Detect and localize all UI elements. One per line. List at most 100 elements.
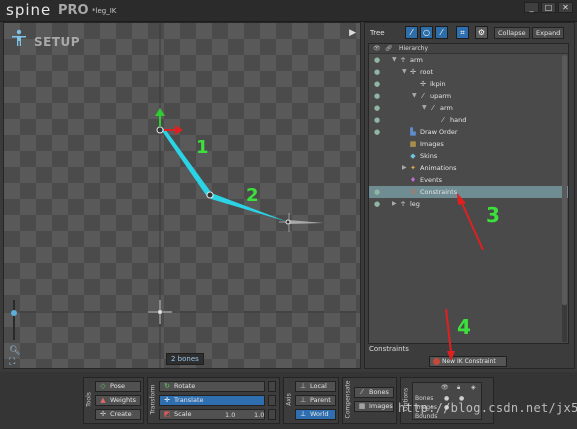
joint-hand[interactable] bbox=[285, 219, 291, 225]
new-ik-constraint-label: New IK Constraint bbox=[442, 358, 496, 365]
key-column-icon[interactable]: 🔗︎ bbox=[385, 45, 393, 52]
rotate-button[interactable]: ↻ Rotate bbox=[159, 381, 265, 392]
app-edition: PRO bbox=[58, 3, 89, 18]
watermark: http://blog.csdn.net/jx520 bbox=[398, 401, 577, 415]
rotate-lock-icon[interactable] bbox=[268, 381, 276, 392]
axis-world-button[interactable]: ⊥ World bbox=[295, 409, 336, 420]
zoom-knob[interactable] bbox=[11, 310, 17, 316]
tree-row-arm[interactable]: ● ▼ ⁄ arm bbox=[369, 102, 568, 114]
tree-row-label: Skins bbox=[420, 152, 438, 160]
tree-row-events[interactable]: ♦ Events bbox=[369, 174, 568, 186]
weights-button[interactable]: ▲ Weights bbox=[95, 395, 141, 406]
visibility-dot[interactable]: ● bbox=[374, 126, 380, 138]
expand-arrow-icon[interactable]: ▶ bbox=[402, 162, 407, 174]
scale-button[interactable]: ◩ Scale bbox=[159, 409, 265, 420]
pose-button[interactable]: ◇ Pose bbox=[95, 381, 141, 392]
collapse-arrow-icon[interactable]: ▼ bbox=[422, 102, 427, 114]
skins-icon: ◆ bbox=[410, 152, 416, 160]
axis-local-button[interactable]: ⊥ Local bbox=[295, 381, 336, 392]
options-eye-icon: 👁︎ bbox=[441, 384, 449, 391]
tree-row-uparm[interactable]: ● ▼ ⁄ uparm bbox=[369, 90, 568, 102]
bone-icon: ⁄ bbox=[422, 92, 424, 100]
visibility-dot[interactable]: ● bbox=[374, 198, 380, 210]
scale-icon: ◩ bbox=[163, 410, 171, 418]
ik-constraint-icon bbox=[433, 358, 440, 365]
tree-row-arm-skeleton[interactable]: ● ▼ ☥ arm bbox=[369, 54, 568, 66]
collapse-arrow-icon[interactable]: ▼ bbox=[412, 90, 417, 102]
maximize-button[interactable]: □ bbox=[541, 2, 556, 13]
tree-filter-bones-icon[interactable]: ⁄ bbox=[405, 26, 418, 39]
hierarchy-header: Hierarchy bbox=[399, 45, 429, 52]
tree-scrollbar[interactable] bbox=[562, 55, 567, 342]
collapse-arrow-icon[interactable]: ▼ bbox=[392, 54, 397, 66]
new-ik-constraint-button[interactable]: New IK Constraint bbox=[429, 356, 507, 367]
tree-row-label: Images bbox=[420, 140, 444, 148]
visibility-dot[interactable]: ● bbox=[374, 102, 380, 114]
options-lock-icon: 🔒︎ bbox=[457, 384, 461, 391]
images-icon: ▦ bbox=[409, 140, 417, 148]
axis-parent-button[interactable]: ⊥ Parent bbox=[295, 395, 336, 406]
translate-button[interactable]: ✛ Translate bbox=[159, 395, 265, 406]
tree-row-root[interactable]: ● ▼ ✢ root bbox=[369, 66, 568, 78]
tree-panel: Tree ⁄ ○ ⁄ ⌗ ⚙ Collapse Expand 👁︎ 🔗︎ Hie… bbox=[364, 22, 575, 369]
collapse-button[interactable]: Collapse bbox=[494, 27, 530, 39]
bone-canvas[interactable]: 1 2 bbox=[4, 23, 361, 369]
visibility-dot[interactable]: ● bbox=[374, 78, 380, 90]
tree-scroll-thumb[interactable] bbox=[562, 55, 567, 305]
collapse-arrow-icon[interactable]: ▼ bbox=[402, 66, 407, 78]
tree-filter-slots-icon[interactable]: ○ bbox=[420, 26, 433, 39]
tree-row-hand[interactable]: ● ⁄ hand bbox=[369, 114, 568, 126]
tools-group-label: Tools bbox=[85, 392, 93, 407]
fit-icon[interactable]: ⛶ bbox=[9, 357, 15, 367]
visibility-dot[interactable]: ● bbox=[374, 186, 380, 198]
skeleton-icon: ☥ bbox=[400, 200, 406, 208]
tree-row-label: ikpin bbox=[430, 80, 446, 88]
scale-y-value[interactable]: 1.0 bbox=[254, 411, 264, 419]
joint-uparm[interactable] bbox=[156, 126, 164, 134]
visibility-column-icon[interactable]: 👁︎ bbox=[373, 45, 381, 52]
tree-row-constraints[interactable]: ● ⚲ Constraints bbox=[369, 186, 568, 198]
tree-row-ikpin[interactable]: ● ✢ ikpin bbox=[369, 78, 568, 90]
translate-lock-icon[interactable] bbox=[268, 395, 276, 406]
visibility-dot[interactable]: ● bbox=[374, 54, 380, 66]
editor-viewport[interactable]: SETUP ▶ 1 2 🔍︎ ⛶ 2 bones bbox=[3, 22, 361, 369]
joint-arm[interactable] bbox=[206, 191, 214, 199]
tree-settings-icon[interactable]: ⚙ bbox=[475, 26, 488, 39]
zoom-slider[interactable]: 🔍︎ ⛶ bbox=[9, 298, 20, 368]
scale-lock-icon[interactable] bbox=[268, 409, 276, 420]
tree-row-label: Events bbox=[420, 176, 443, 184]
compensate-bones-icon: ⁄ bbox=[361, 388, 363, 396]
tree-row-animations[interactable]: ▶ ✦ Animations bbox=[369, 162, 568, 174]
tree-frame-icon[interactable]: ⌗ bbox=[456, 26, 469, 39]
tree-filter-attachments-icon[interactable]: ⁄ bbox=[435, 26, 448, 39]
compensate-images-button[interactable]: ▦ Images bbox=[354, 401, 394, 412]
create-button[interactable]: ✢ Create bbox=[95, 409, 141, 420]
visibility-dot[interactable]: ● bbox=[374, 66, 380, 78]
close-button[interactable]: ✕ bbox=[558, 2, 573, 13]
tree-row-draw-order[interactable]: ● ▙ Draw Order bbox=[369, 126, 568, 138]
expand-arrow-icon[interactable]: ▶ bbox=[392, 198, 397, 210]
expand-button[interactable]: Expand bbox=[532, 27, 565, 39]
tree-row-skins[interactable]: ◆ Skins bbox=[369, 150, 568, 162]
tree-view[interactable]: 👁︎ 🔗︎ Hierarchy ● ▼ ☥ arm ● ▼ ✢ root ● ✢… bbox=[368, 43, 569, 344]
compensate-bones-button[interactable]: ⁄ Bones bbox=[354, 387, 394, 398]
minimize-button[interactable]: _ bbox=[524, 2, 539, 13]
annotation-1: 1 bbox=[196, 137, 209, 158]
translate-y-handle-icon[interactable] bbox=[155, 108, 165, 127]
tree-title: Tree bbox=[370, 29, 385, 37]
weights-icon: ▲ bbox=[100, 396, 106, 404]
tree-row-label: arm bbox=[410, 56, 423, 64]
tree-row-images[interactable]: ▦ Images bbox=[369, 138, 568, 150]
bone-hand[interactable] bbox=[288, 220, 324, 224]
visibility-dot[interactable]: ● bbox=[374, 114, 380, 126]
tree-row-leg-skeleton[interactable]: ● ▶ ☥ leg bbox=[369, 198, 568, 210]
tree-header: 👁︎ 🔗︎ Hierarchy bbox=[369, 44, 568, 54]
compensate-group: Compensate ⁄ Bones ▦ Images bbox=[342, 377, 397, 424]
visibility-dot[interactable]: ● bbox=[374, 90, 380, 102]
tree-row-label: arm bbox=[440, 104, 453, 112]
events-icon: ♦ bbox=[409, 176, 417, 184]
compensate-group-label: Compensate bbox=[344, 380, 352, 419]
zoom-icon[interactable]: 🔍︎ bbox=[9, 346, 20, 356]
compensate-images-icon: ▦ bbox=[358, 402, 366, 410]
scale-x-value[interactable]: 1.0 bbox=[225, 411, 235, 419]
